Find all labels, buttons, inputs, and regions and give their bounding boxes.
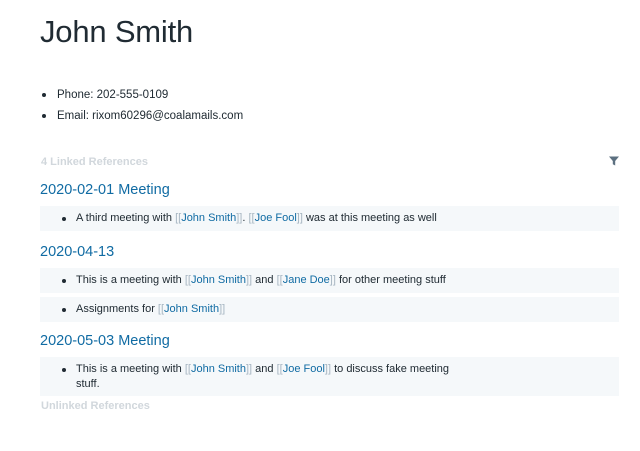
bullet-icon[interactable]: [62, 279, 66, 283]
block-text[interactable]: This is a meeting with [[John Smith]] an…: [76, 362, 449, 392]
text-segment: stuff.: [76, 378, 100, 390]
ref-block[interactable]: This is a meeting with [[John Smith]] an…: [40, 357, 619, 396]
page-title[interactable]: John Smith: [40, 14, 193, 50]
page-link-jane-doe[interactable]: Jane Doe: [283, 274, 330, 286]
property-row-email[interactable]: Email: rixom60296@coalamails.com: [40, 105, 600, 126]
text-segment: for other meeting stuff: [335, 274, 446, 286]
bullet-icon[interactable]: [42, 113, 46, 118]
page-link-joe-fool[interactable]: Joe Fool: [283, 363, 325, 375]
email-text[interactable]: Email: rixom60296@coalamails.com: [57, 110, 243, 122]
ref-group-title-2020-02-01[interactable]: 2020-02-01 Meeting: [40, 182, 170, 198]
page-link-john-smith[interactable]: John Smith: [191, 274, 246, 286]
filter-icon[interactable]: [608, 155, 620, 167]
text-segment: This is a meeting with: [76, 363, 185, 375]
bullet-icon[interactable]: [42, 92, 46, 97]
text-segment: and: [252, 274, 277, 286]
bullet-icon[interactable]: [62, 308, 66, 312]
ref-block[interactable]: Assignments for [[John Smith]]: [40, 297, 619, 322]
page-properties: Phone: 202-555-0109 Email: rixom60296@co…: [40, 84, 600, 126]
text-segment: to discuss fake meeting: [331, 363, 450, 375]
block-text[interactable]: A third meeting with [[John Smith]]. [[J…: [76, 211, 437, 226]
page: John Smith Phone: 202-555-0109 Email: ri…: [0, 0, 640, 451]
text-segment: Assignments for: [76, 303, 158, 315]
ref-group-title-2020-04-13[interactable]: 2020-04-13: [40, 244, 114, 260]
text-segment: and: [252, 363, 277, 375]
ref-group-title-2020-05-03[interactable]: 2020-05-03 Meeting: [40, 333, 170, 349]
property-row-phone[interactable]: Phone: 202-555-0109: [40, 84, 600, 105]
ref-block[interactable]: A third meeting with [[John Smith]]. [[J…: [40, 206, 619, 231]
ref-block[interactable]: This is a meeting with [[John Smith]] an…: [40, 268, 619, 293]
page-link-john-smith[interactable]: John Smith: [164, 303, 219, 315]
text-segment: was at this meeting as well: [302, 212, 437, 224]
bullet-icon[interactable]: [62, 217, 66, 221]
text-segment: A third meeting with: [76, 212, 176, 224]
unlinked-references-header[interactable]: Unlinked References: [41, 400, 150, 412]
bracket-close: ]]: [219, 303, 226, 315]
linked-references-header: 4 Linked References: [41, 156, 148, 168]
page-link-john-smith[interactable]: John Smith: [181, 212, 236, 224]
phone-text[interactable]: Phone: 202-555-0109: [57, 89, 168, 101]
text-segment: This is a meeting with: [76, 274, 185, 286]
page-link-joe-fool[interactable]: Joe Fool: [255, 212, 297, 224]
page-link-john-smith[interactable]: John Smith: [191, 363, 246, 375]
bullet-icon[interactable]: [62, 368, 66, 372]
block-text[interactable]: Assignments for [[John Smith]]: [76, 302, 225, 317]
block-text[interactable]: This is a meeting with [[John Smith]] an…: [76, 273, 446, 288]
